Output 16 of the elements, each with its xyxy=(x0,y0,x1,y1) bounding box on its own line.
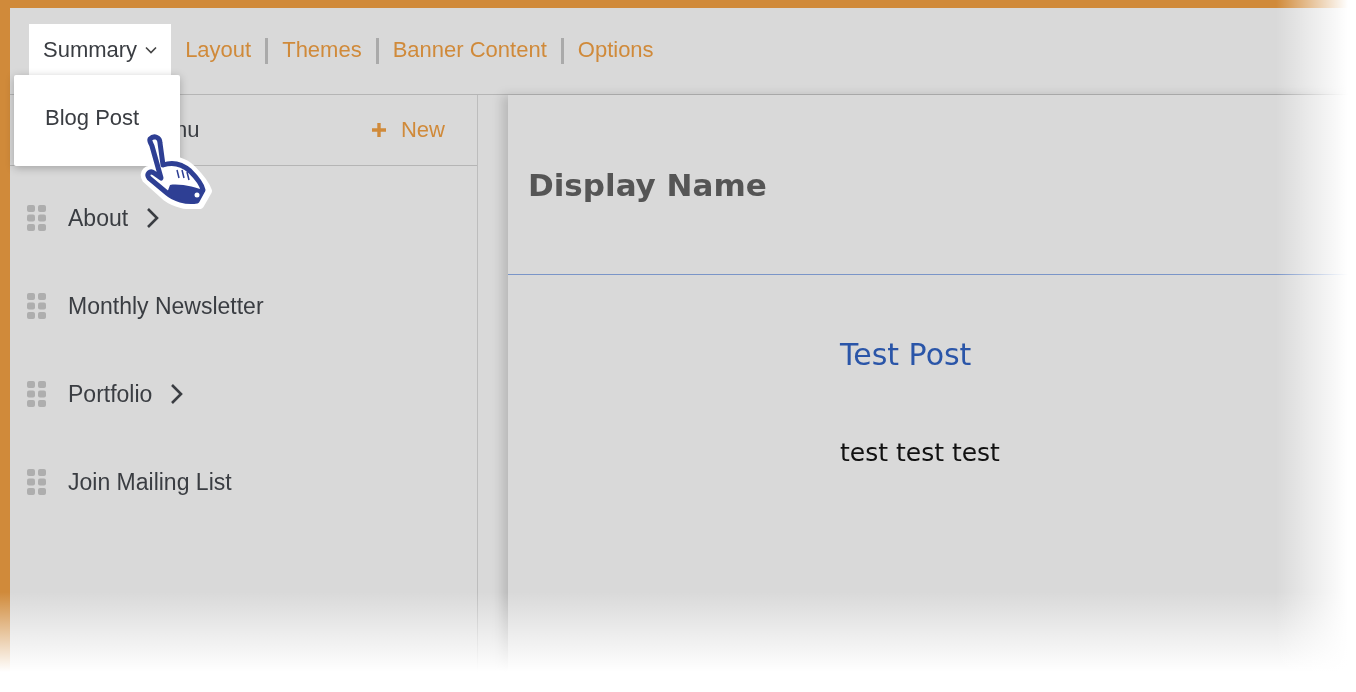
menu-item[interactable]: Monthly Newsletter xyxy=(68,292,264,320)
post-title[interactable]: Test Post xyxy=(840,337,972,372)
plus-icon xyxy=(371,122,387,138)
drag-handle-icon[interactable] xyxy=(27,293,47,319)
drag-handle-icon[interactable] xyxy=(27,381,47,407)
drag-handle-icon[interactable] xyxy=(27,469,47,495)
menu-item[interactable]: Join Mailing List xyxy=(68,468,232,496)
menu-item[interactable]: About xyxy=(68,204,129,232)
chevron-right-icon[interactable] xyxy=(146,207,161,229)
drag-handle-icon[interactable] xyxy=(27,205,47,231)
caret-icon xyxy=(145,46,158,54)
dropdown-item[interactable]: Blog Post xyxy=(14,104,180,131)
chevron-right-icon[interactable] xyxy=(170,383,185,405)
menu-item[interactable]: Portfolio xyxy=(68,380,153,408)
nav-tab[interactable]: Summary xyxy=(29,23,172,77)
post-body: test test test xyxy=(840,438,1000,467)
